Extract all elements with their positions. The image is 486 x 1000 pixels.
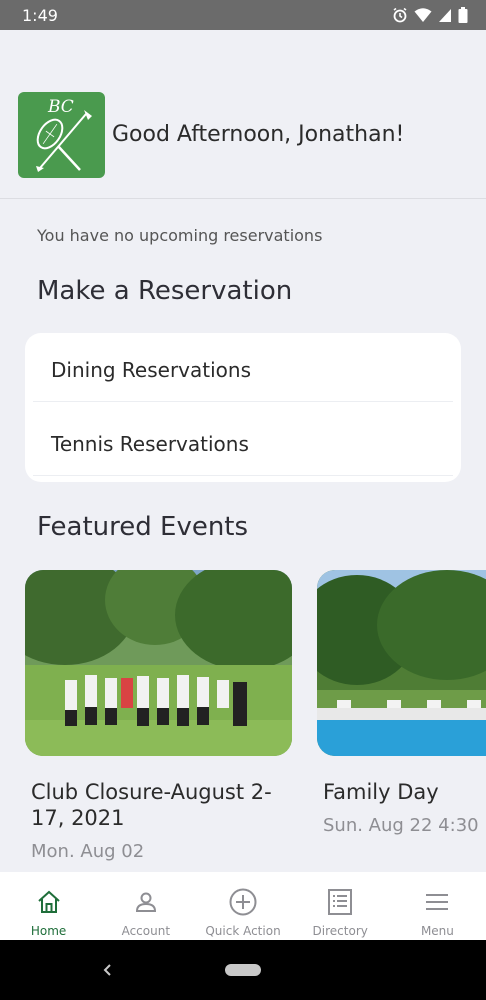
tennis-reservations-label: Tennis Reservations (51, 432, 249, 456)
battery-icon (458, 7, 468, 23)
divider (33, 401, 453, 402)
tab-menu-label: Menu (420, 924, 454, 938)
greeting-text: Good Afternoon, Jonathan! (112, 122, 405, 147)
event-title-club-closure[interactable]: Club Closure-August 2-17, 2021 (31, 779, 281, 831)
tab-quick-action[interactable]: Quick Action (194, 872, 291, 940)
back-icon[interactable] (100, 960, 114, 980)
signal-icon (439, 9, 451, 22)
svg-text:BC: BC (47, 97, 74, 117)
event-image-club-closure[interactable] (25, 570, 292, 756)
tab-account[interactable]: Account (97, 872, 194, 940)
no-reservations-text: You have no upcoming reservations (37, 226, 323, 245)
dining-reservations-label: Dining Reservations (51, 358, 251, 382)
event-image-family-day[interactable] (317, 570, 486, 756)
event-date-family-day: Sun. Aug 22 4:30 P (323, 815, 486, 836)
divider (33, 475, 453, 476)
plus-circle-icon (228, 886, 258, 918)
make-reservation-title: Make a Reservation (37, 276, 293, 306)
dining-reservations-button[interactable]: Dining Reservations (25, 333, 461, 407)
alarm-icon (393, 7, 407, 23)
tab-quick-action-label: Quick Action (205, 924, 281, 938)
club-logo: BC (18, 92, 105, 178)
status-time: 1:49 (22, 5, 58, 25)
header: BC Good Afternoon, Jonathan! (0, 30, 486, 199)
tab-home[interactable]: Home (0, 872, 97, 940)
menu-icon (425, 886, 449, 918)
tab-directory-label: Directory (312, 924, 368, 938)
status-bar: 1:49 (0, 0, 486, 30)
bottom-tab-bar: Home Account Quick Action Directory Menu (0, 872, 486, 940)
reservation-card: Dining Reservations Tennis Reservations (25, 333, 461, 482)
home-icon (36, 886, 62, 918)
home-gesture-pill[interactable] (225, 964, 261, 976)
list-icon (327, 886, 353, 918)
event-title-family-day[interactable]: Family Day (323, 779, 439, 805)
tab-menu[interactable]: Menu (389, 872, 486, 940)
tab-home-label: Home (30, 924, 67, 938)
tennis-reservations-button[interactable]: Tennis Reservations (25, 407, 461, 481)
tab-account-label: Account (121, 924, 171, 938)
user-icon (133, 886, 159, 918)
event-date-club-closure: Mon. Aug 02 (31, 841, 145, 862)
wifi-icon (414, 8, 432, 22)
status-icons (392, 7, 468, 23)
featured-events-title: Featured Events (37, 512, 249, 542)
tab-directory[interactable]: Directory (292, 872, 389, 940)
